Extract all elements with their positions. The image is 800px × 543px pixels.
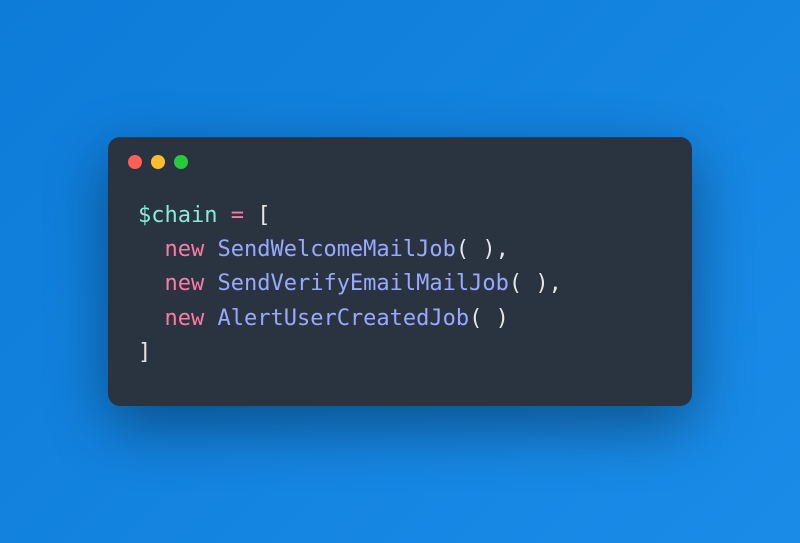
- parens-token: ( ): [509, 271, 549, 296]
- minimize-icon[interactable]: [151, 155, 165, 169]
- code-window: $chain = [ new SendWelcomeMailJob( ), ne…: [108, 137, 692, 405]
- keyword-token: new: [164, 237, 204, 262]
- window-titlebar: [108, 137, 692, 179]
- code-line-item: new SendWelcomeMailJob( ),: [138, 233, 662, 267]
- comma-token: ,: [496, 237, 509, 262]
- parens-token: ( ): [456, 237, 496, 262]
- operator-token: =: [231, 203, 244, 228]
- code-line-close: ]: [138, 336, 662, 370]
- keyword-token: new: [164, 271, 204, 296]
- code-line-item: new SendVerifyEmailMailJob( ),: [138, 267, 662, 301]
- class-token: SendWelcomeMailJob: [217, 237, 455, 262]
- parens-token: ( ): [469, 306, 509, 331]
- variable-token: $chain: [138, 203, 217, 228]
- bracket-open: [: [257, 203, 270, 228]
- keyword-token: new: [164, 306, 204, 331]
- code-line-item: new AlertUserCreatedJob( ): [138, 302, 662, 336]
- bracket-close: ]: [138, 340, 151, 365]
- code-line-assignment: $chain = [: [138, 199, 662, 233]
- class-token: SendVerifyEmailMailJob: [217, 271, 508, 296]
- close-icon[interactable]: [128, 155, 142, 169]
- comma-token: ,: [549, 271, 562, 296]
- class-token: AlertUserCreatedJob: [217, 306, 469, 331]
- code-block: $chain = [ new SendWelcomeMailJob( ), ne…: [108, 179, 692, 405]
- maximize-icon[interactable]: [174, 155, 188, 169]
